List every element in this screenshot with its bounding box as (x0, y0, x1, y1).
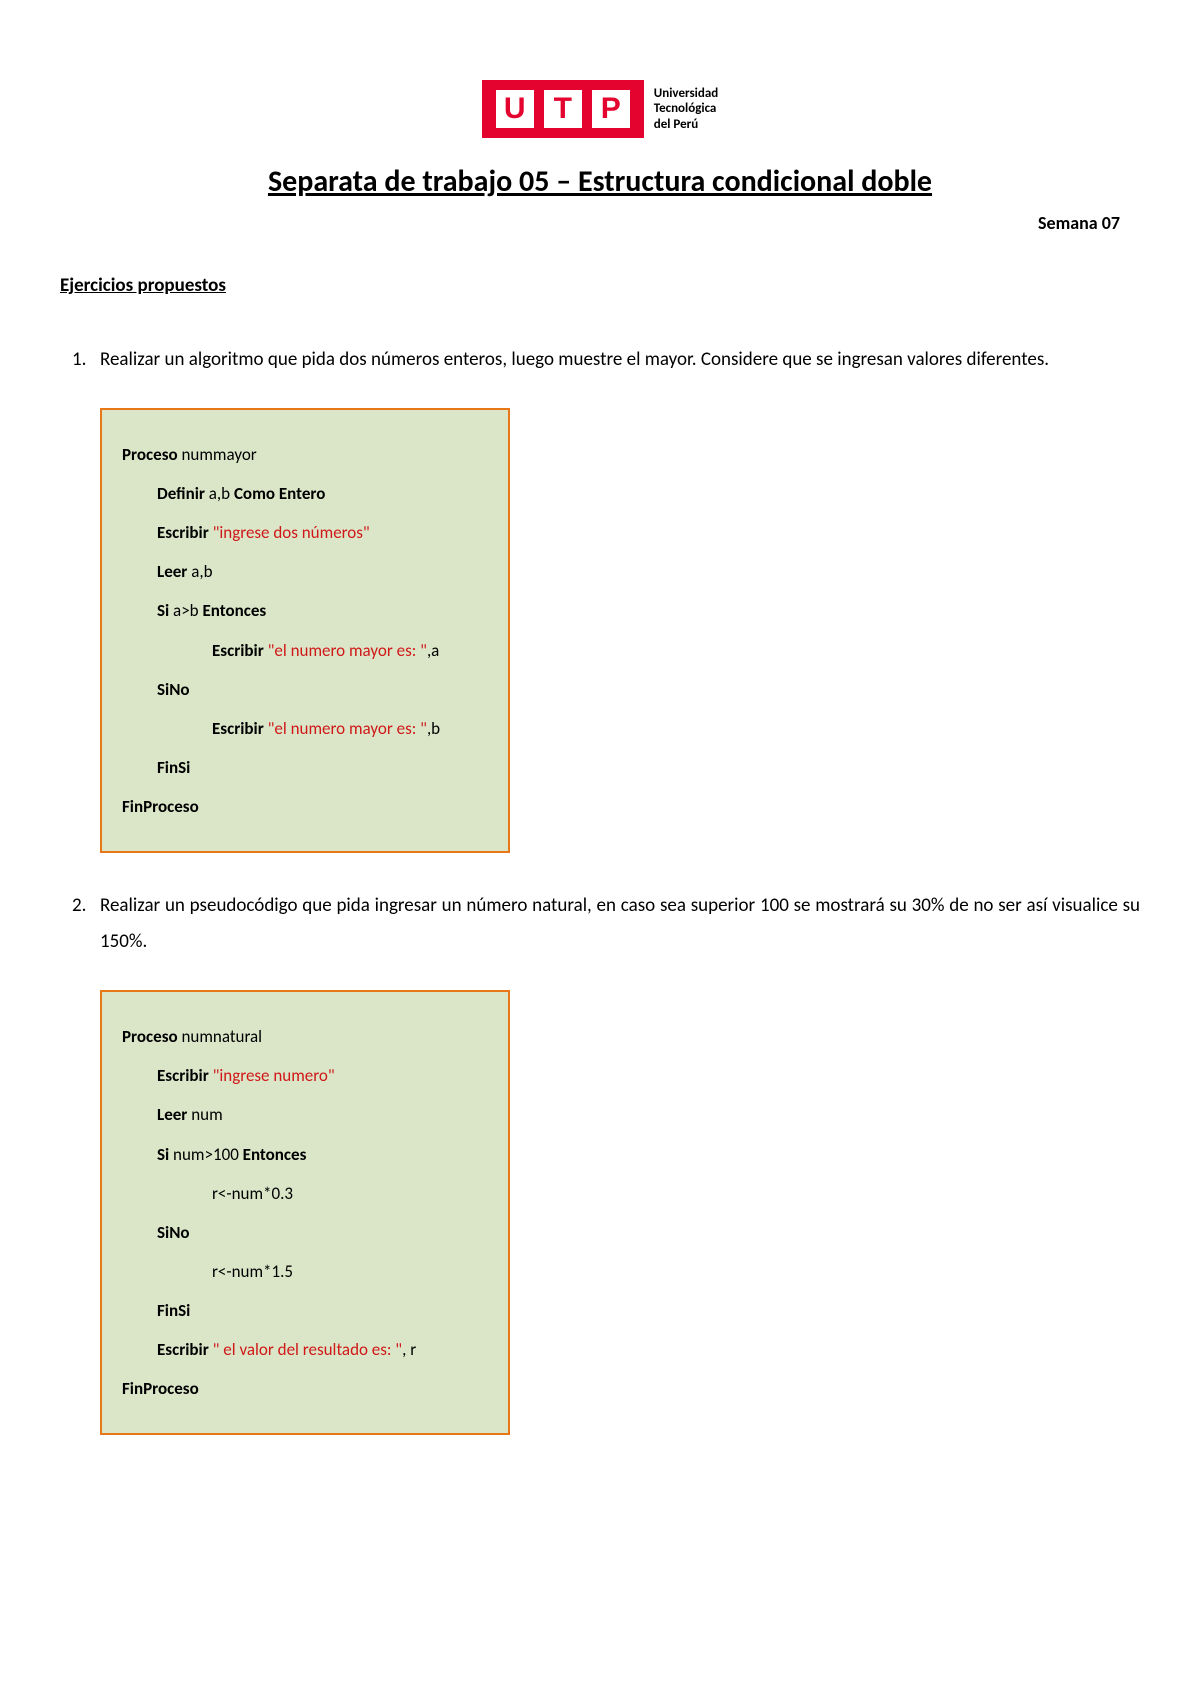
logo-subtitle-line1: Universidad (654, 86, 718, 102)
code-line: Si num>100 Entonces (122, 1135, 488, 1174)
exercise-number: 2. (72, 888, 100, 924)
logo-box: U T P Universidad Tecnológica del Perú (482, 80, 718, 138)
logo-subtitle-line3: del Perú (654, 117, 718, 133)
logo-letter-p: P (592, 90, 630, 128)
code-line: SiNo (122, 1213, 488, 1252)
logo-badge: U T P (482, 80, 644, 138)
code-line: Leer a,b (122, 552, 488, 591)
code-line: Escribir "el numero mayor es: ",b (122, 709, 488, 748)
code-line: Escribir "el numero mayor es: ",a (122, 631, 488, 670)
code-line: Escribir "ingrese numero" (122, 1056, 488, 1095)
code-line: r<-num*1.5 (122, 1252, 488, 1291)
logo-letter-t: T (544, 90, 582, 128)
section-heading: Ejercicios propuestos (60, 274, 1140, 297)
code-line: Definir a,b Como Entero (122, 474, 488, 513)
code-line: Leer num (122, 1095, 488, 1134)
code-line: FinProceso (122, 787, 488, 826)
logo-letter-u: U (496, 90, 534, 128)
logo-subtitle: Universidad Tecnológica del Perú (654, 86, 718, 133)
code-line: Escribir "ingrese dos números" (122, 513, 488, 552)
code-line: FinSi (122, 748, 488, 787)
code-box: Proceso nummayorDefinir a,b Como EnteroE… (100, 408, 510, 853)
code-line: Escribir " el valor del resultado es: ",… (122, 1330, 488, 1369)
code-line: r<-num*0.3 (122, 1174, 488, 1213)
exercise-text: 2.Realizar un pseudocódigo que pida ingr… (100, 888, 1140, 960)
exercise-item: 2.Realizar un pseudocódigo que pida ingr… (60, 888, 1140, 960)
week-label: Semana 07 (60, 212, 1140, 234)
document-title: Separata de trabajo 05 – Estructura cond… (60, 163, 1140, 200)
code-line: SiNo (122, 670, 488, 709)
code-line: Proceso numnatural (122, 1017, 488, 1056)
code-box: Proceso numnaturalEscribir "ingrese nume… (100, 990, 510, 1435)
code-line: Si a>b Entonces (122, 591, 488, 630)
exercise-text: 1.Realizar un algoritmo que pida dos núm… (100, 342, 1140, 378)
code-line: FinProceso (122, 1369, 488, 1408)
code-line: Proceso nummayor (122, 435, 488, 474)
exercise-item: 1.Realizar un algoritmo que pida dos núm… (60, 342, 1140, 378)
code-line: FinSi (122, 1291, 488, 1330)
header-logo: U T P Universidad Tecnológica del Perú (60, 80, 1140, 138)
exercise-number: 1. (72, 342, 100, 378)
logo-subtitle-line2: Tecnológica (654, 101, 718, 117)
